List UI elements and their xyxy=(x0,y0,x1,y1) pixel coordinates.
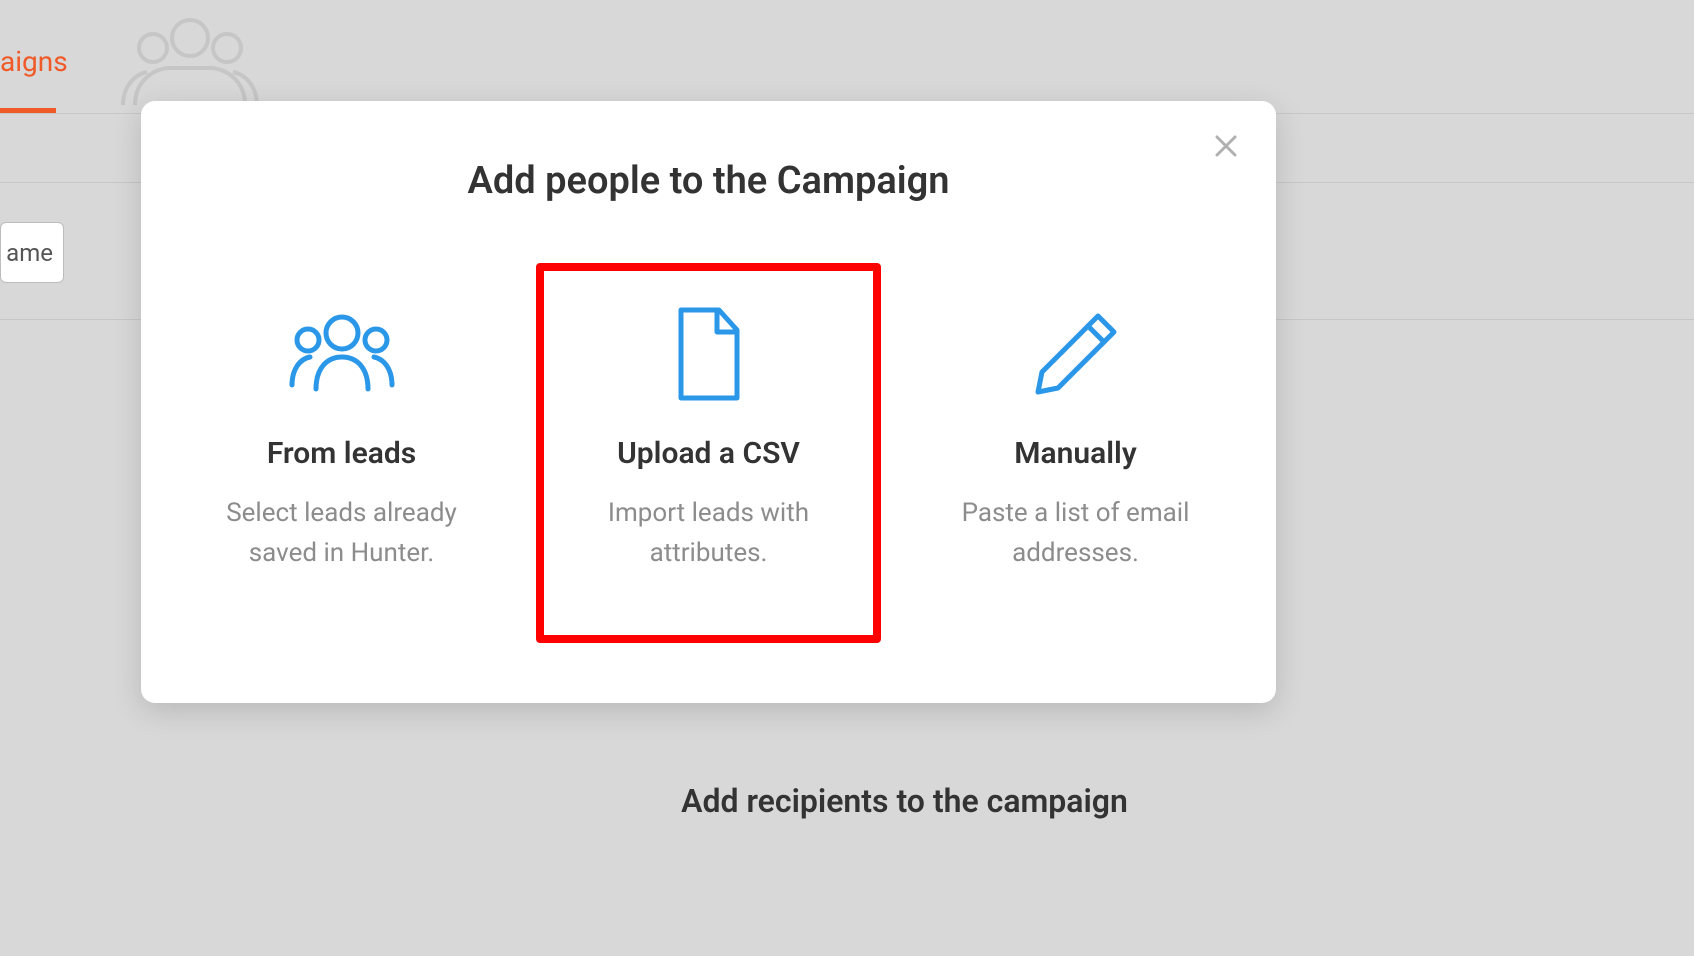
option-from-leads[interactable]: From leads Select leads already saved in… xyxy=(169,263,514,643)
close-icon xyxy=(1215,135,1237,157)
option-manually[interactable]: Manually Paste a list of email addresses… xyxy=(903,263,1248,643)
people-icon xyxy=(282,306,402,401)
input-fragment: ame xyxy=(6,239,53,267)
option-description: Import leads with attributes. xyxy=(579,493,839,574)
option-upload-csv[interactable]: Upload a CSV Import leads with attribute… xyxy=(536,263,881,643)
file-icon xyxy=(669,306,749,401)
option-title: From leads xyxy=(267,436,416,471)
option-title: Manually xyxy=(1014,436,1136,471)
option-description: Select leads already saved in Hunter. xyxy=(212,493,472,574)
pencil-icon xyxy=(1026,306,1126,401)
modal-title: Add people to the Campaign xyxy=(141,101,1276,263)
empty-state-title: Add recipients to the campaign xyxy=(0,782,1694,820)
option-description: Paste a list of email addresses. xyxy=(946,493,1206,574)
campaign-name-input[interactable]: ame xyxy=(0,222,64,283)
options-row: From leads Select leads already saved in… xyxy=(141,263,1276,643)
add-people-modal: Add people to the Campaign From leads Se… xyxy=(141,101,1276,703)
close-button[interactable] xyxy=(1211,131,1241,161)
option-title: Upload a CSV xyxy=(617,436,800,471)
nav-tab-campaigns[interactable]: aigns xyxy=(0,45,68,104)
